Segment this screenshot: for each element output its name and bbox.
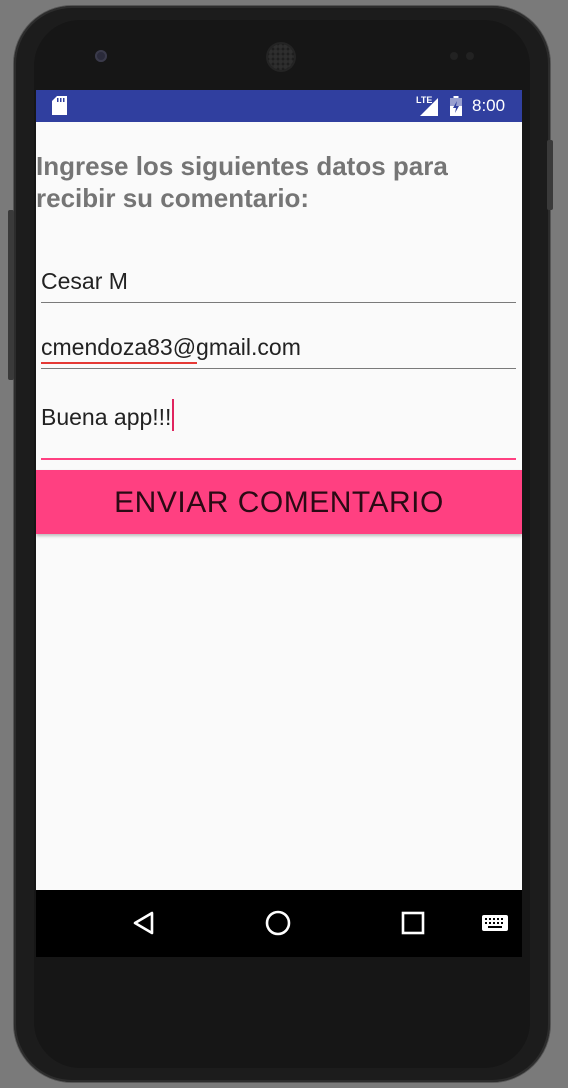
email-field-underline xyxy=(41,368,516,369)
name-value: Cesar M xyxy=(41,268,128,294)
keyboard-icon[interactable] xyxy=(480,908,510,938)
signal-icon xyxy=(420,98,438,116)
recents-icon[interactable] xyxy=(398,908,428,938)
sd-card-icon xyxy=(52,96,67,115)
text-cursor xyxy=(172,399,175,431)
comment-value: Buena app!!! xyxy=(41,404,172,430)
light-sensor xyxy=(466,52,474,60)
spellcheck-underline xyxy=(41,362,197,364)
email-value: cmendoza83@gmail.com xyxy=(41,334,301,364)
battery-icon xyxy=(450,96,462,116)
status-bar: LTE 8:00 xyxy=(36,90,522,122)
form-heading: Ingrese los siguientes datos para recibi… xyxy=(36,151,448,213)
back-icon[interactable] xyxy=(129,908,159,938)
status-clock: 8:00 xyxy=(472,96,506,115)
power-button xyxy=(547,140,553,210)
volume-button xyxy=(8,210,14,380)
comment-field[interactable]: Buena app!!! xyxy=(41,399,516,431)
email-field[interactable]: cmendoza83@gmail.com xyxy=(41,334,516,364)
proximity-sensor xyxy=(450,52,458,60)
front-camera xyxy=(95,50,107,62)
name-field-underline xyxy=(41,302,516,303)
submit-comment-button[interactable]: ENVIAR COMENTARIO xyxy=(36,470,522,534)
name-field[interactable]: Cesar M xyxy=(41,268,516,295)
navigation-bar xyxy=(36,890,522,957)
comment-field-underline xyxy=(41,458,516,460)
app-screen: LTE 8:00 Ingrese los siguientes datos pa… xyxy=(36,90,522,956)
earpiece-speaker xyxy=(268,44,294,70)
home-icon[interactable] xyxy=(263,908,293,938)
